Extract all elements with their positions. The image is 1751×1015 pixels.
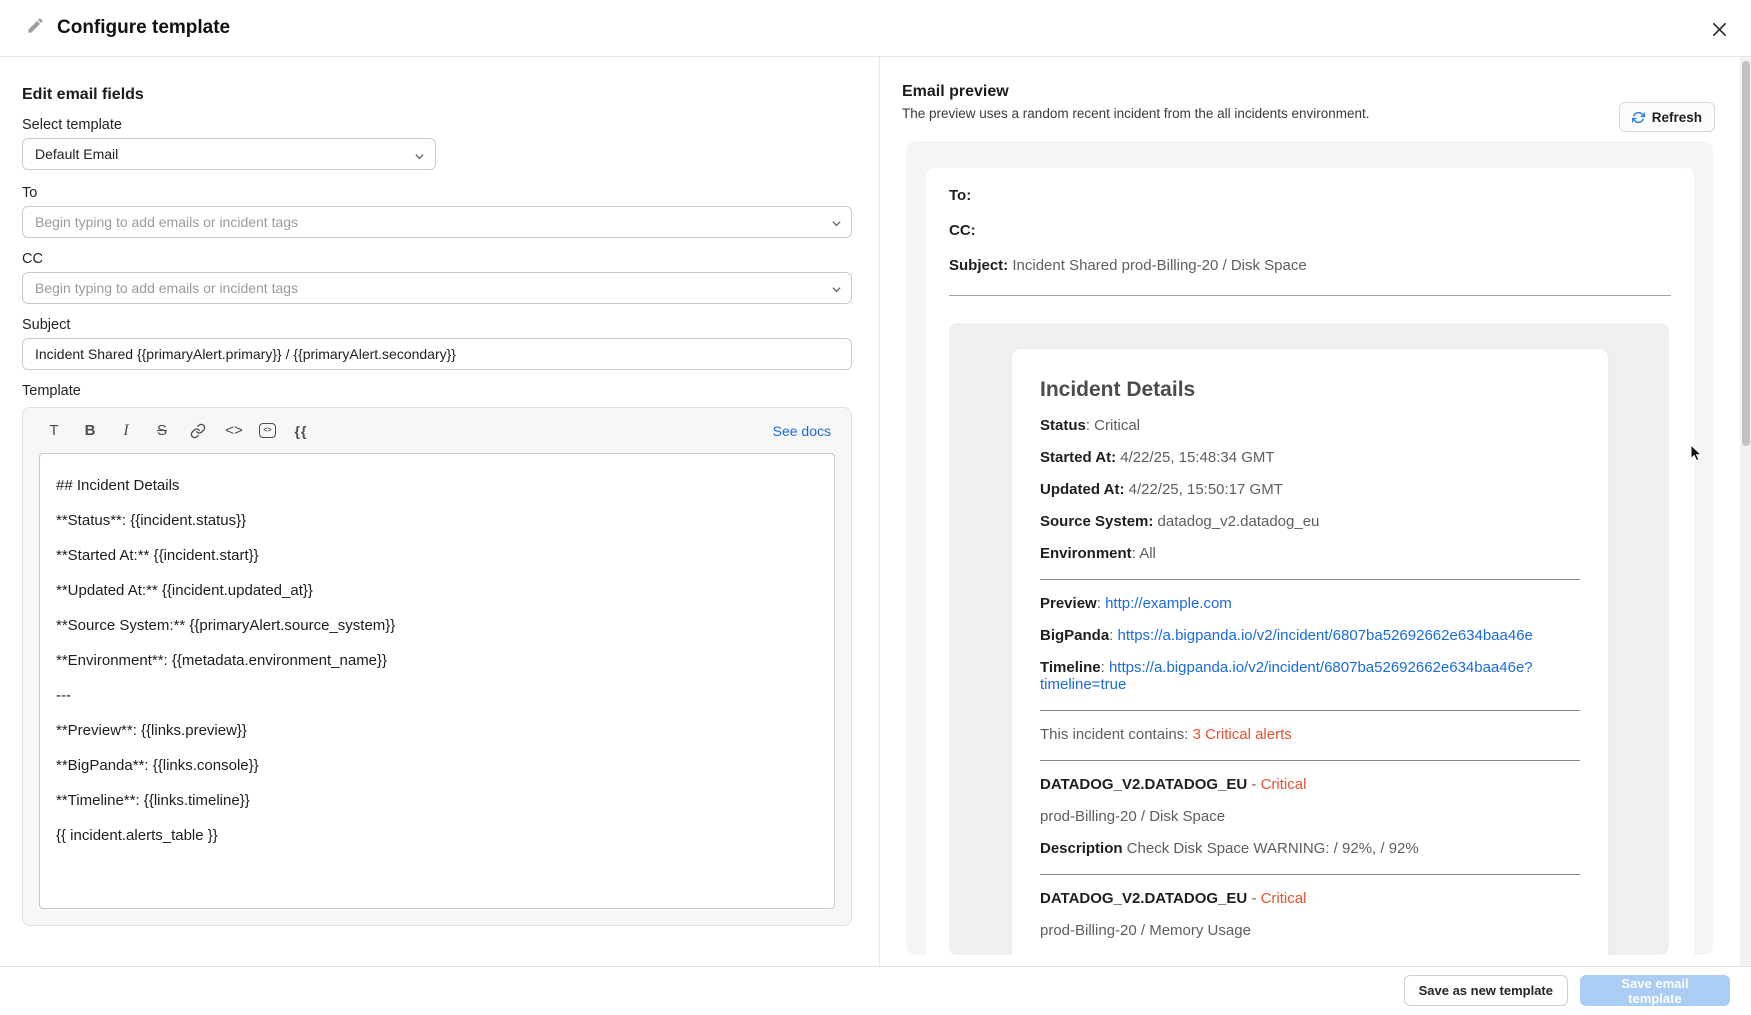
alert-description: Description Check Disk Space WARNING: / … [1040, 840, 1580, 857]
text-format-icon[interactable]: T [43, 420, 65, 442]
save-as-new-template-button[interactable]: Save as new template [1404, 975, 1568, 1006]
field-environment: Environment: All [1040, 545, 1580, 562]
alert-title: prod-Billing-20 / Memory Usage [1040, 922, 1580, 939]
to-input[interactable] [22, 206, 852, 238]
preview-container: To: CC: Subject: Incident Shared prod-Bi… [906, 141, 1713, 955]
cc-input[interactable] [22, 272, 852, 304]
email-body: Incident Details Status: Critical Starte… [949, 323, 1669, 955]
alert-description: Description Current value 2525524412.7 o… [1040, 954, 1580, 955]
close-icon [1711, 21, 1728, 38]
template-variable-icon[interactable]: {{ [290, 420, 312, 442]
field-updated-at: Updated At: 4/22/25, 15:50:17 GMT [1040, 481, 1580, 498]
strikethrough-icon[interactable]: S [151, 420, 173, 442]
alert-source: DATADOG_V2.DATADOG_EU - Critical [1040, 776, 1580, 793]
refresh-label: Refresh [1652, 110, 1702, 125]
link-icon[interactable] [187, 420, 209, 442]
template-select-value: Default Email [35, 146, 118, 162]
scrollbar-thumb[interactable] [1742, 61, 1750, 446]
template-editor: T B I S <> <> {{ See docs ## Incident De… [22, 407, 852, 926]
email-to: To: [949, 187, 1671, 204]
email-preview-pane: Email preview The preview uses a random … [881, 57, 1751, 966]
divider [1040, 710, 1580, 711]
cc-label: CC [22, 251, 852, 267]
critical-alerts-count: 3 Critical alerts [1193, 726, 1292, 743]
dialog-title: Configure template [57, 17, 230, 39]
divider [949, 295, 1671, 296]
editor-toolbar: T B I S <> <> {{ See docs [23, 408, 851, 453]
code-block-icon[interactable]: <> [259, 423, 276, 438]
divider [1040, 579, 1580, 580]
divider [1040, 760, 1580, 761]
chevron-down-icon [831, 282, 842, 300]
chevron-down-icon [414, 149, 425, 165]
incident-contains: This incident contains: 3 Critical alert… [1040, 726, 1580, 743]
refresh-button[interactable]: Refresh [1619, 102, 1715, 132]
template-select[interactable]: Default Email [22, 138, 436, 170]
subject-label: Subject [22, 317, 852, 333]
bigpanda-url-link[interactable]: https://a.bigpanda.io/v2/incident/6807ba… [1118, 627, 1533, 644]
email-header: To: CC: Subject: Incident Shared prod-Bi… [926, 168, 1694, 274]
email-cc: CC: [949, 222, 1671, 239]
save-email-template-button[interactable]: Save email template [1580, 975, 1730, 1006]
section-title: Edit email fields [22, 85, 852, 104]
alert-title: prod-Billing-20 / Disk Space [1040, 808, 1580, 825]
edit-email-fields-pane: Edit email fields Select template Defaul… [0, 57, 880, 966]
alert-severity: Critical [1261, 776, 1307, 793]
to-label: To [22, 185, 852, 201]
close-button[interactable] [1708, 18, 1730, 40]
pencil-icon [26, 16, 45, 40]
select-template-label: Select template [22, 117, 852, 133]
chevron-down-icon [831, 216, 842, 234]
preview-subtitle: The preview uses a random recent inciden… [902, 106, 1369, 121]
template-label: Template [22, 383, 852, 399]
code-icon[interactable]: <> [223, 420, 245, 442]
incident-details-card: Incident Details Status: Critical Starte… [1011, 348, 1609, 955]
see-docs-link[interactable]: See docs [773, 423, 831, 439]
field-status: Status: Critical [1040, 417, 1580, 434]
subject-input[interactable] [22, 338, 852, 370]
alert-source: DATADOG_V2.DATADOG_EU - Critical [1040, 890, 1580, 907]
refresh-icon [1632, 111, 1645, 124]
link-timeline: Timeline: https://a.bigpanda.io/v2/incid… [1040, 659, 1580, 693]
alert-severity: Critical [1261, 890, 1307, 907]
link-bigpanda: BigPanda: https://a.bigpanda.io/v2/incid… [1040, 627, 1580, 644]
field-source-system: Source System: datadog_v2.datadog_eu [1040, 513, 1580, 530]
field-started-at: Started At: 4/22/25, 15:48:34 GMT [1040, 449, 1580, 466]
italic-icon[interactable]: I [115, 420, 137, 442]
incident-details-title: Incident Details [1040, 377, 1580, 402]
dialog-footer: Save as new template Save email template [0, 966, 1751, 1015]
link-preview: Preview: http://example.com [1040, 595, 1580, 612]
email-card: To: CC: Subject: Incident Shared prod-Bi… [926, 168, 1694, 955]
template-textarea[interactable]: ## Incident Details **Status**: {{incide… [39, 453, 835, 909]
preview-title: Email preview [902, 83, 1009, 101]
dialog-header: Configure template [0, 0, 1751, 57]
email-subject: Subject: Incident Shared prod-Billing-20… [949, 257, 1671, 274]
preview-url-link[interactable]: http://example.com [1105, 595, 1232, 612]
timeline-url-link[interactable]: https://a.bigpanda.io/v2/incident/6807ba… [1040, 659, 1533, 693]
divider [1040, 874, 1580, 875]
bold-icon[interactable]: B [79, 420, 101, 442]
